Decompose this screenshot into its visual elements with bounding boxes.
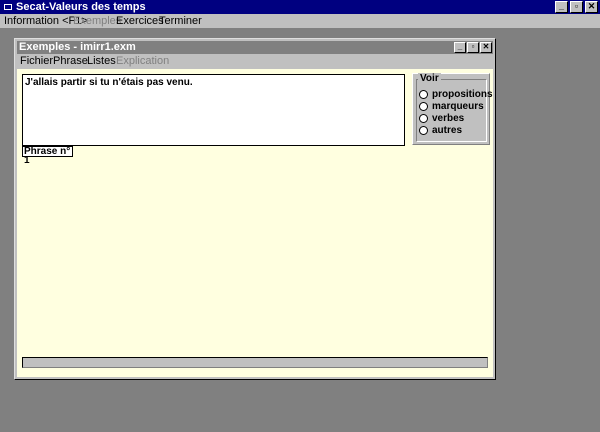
- child-title-bar: Exemples - imirr1.exm _ ▫ ✕: [17, 41, 493, 54]
- radio-verbes[interactable]: verbes: [419, 112, 464, 124]
- menu-terminer[interactable]: Terminer: [159, 14, 202, 28]
- child-minimize-button[interactable]: _: [454, 42, 466, 53]
- child-menubar: Fichier Phrase Listes Explication: [17, 54, 493, 68]
- menu-exemples[interactable]: Exemples: [73, 14, 121, 28]
- minimize-button[interactable]: _: [555, 1, 568, 13]
- app-title: Secat-Valeurs des temps: [16, 1, 146, 13]
- radio-icon: [419, 101, 428, 111]
- phrase-number-label: Phrase n° 1: [22, 146, 73, 166]
- radio-icon: [419, 89, 428, 99]
- app-title-bar: Secat-Valeurs des temps _ ▫ ✕: [0, 0, 600, 14]
- sentence-text: J'allais partir si tu n'étais pas venu.: [25, 77, 193, 88]
- exemples-window: Exemples - imirr1.exm _ ▫ ✕ Fichier Phra…: [14, 38, 496, 380]
- menu-exercices[interactable]: Exercices: [116, 14, 164, 28]
- radio-icon: [419, 125, 428, 135]
- radio-autres[interactable]: autres: [419, 124, 462, 136]
- menu-phrase[interactable]: Phrase: [53, 54, 88, 68]
- status-bar: [22, 357, 488, 368]
- menu-fichier[interactable]: Fichier: [20, 54, 53, 68]
- close-button[interactable]: ✕: [585, 1, 598, 13]
- voir-groupbox: Voir propositions marqueurs verbes autre…: [412, 73, 493, 145]
- radio-icon: [419, 113, 428, 123]
- radio-label: autres: [432, 124, 463, 136]
- menu-explication[interactable]: Explication: [116, 54, 169, 68]
- radio-marqueurs[interactable]: marqueurs: [419, 100, 484, 112]
- voir-title: Voir: [418, 73, 441, 84]
- radio-label: verbes: [432, 112, 465, 124]
- child-maximize-button[interactable]: ▫: [467, 42, 479, 53]
- radio-label: marqueurs: [432, 100, 484, 112]
- sentence-display[interactable]: J'allais partir si tu n'étais pas venu.: [22, 74, 405, 146]
- restore-button[interactable]: ▫: [570, 1, 583, 13]
- child-close-button[interactable]: ✕: [480, 42, 492, 53]
- radio-propositions[interactable]: propositions: [419, 88, 493, 100]
- child-title: Exemples - imirr1.exm: [19, 41, 136, 53]
- app-icon: [4, 4, 12, 10]
- child-client-area: J'allais partir si tu n'étais pas venu. …: [17, 69, 493, 377]
- main-menubar: Information <F1> Exemples Exercices Term…: [0, 14, 600, 28]
- menu-listes[interactable]: Listes: [87, 54, 116, 68]
- radio-label: propositions: [432, 88, 493, 100]
